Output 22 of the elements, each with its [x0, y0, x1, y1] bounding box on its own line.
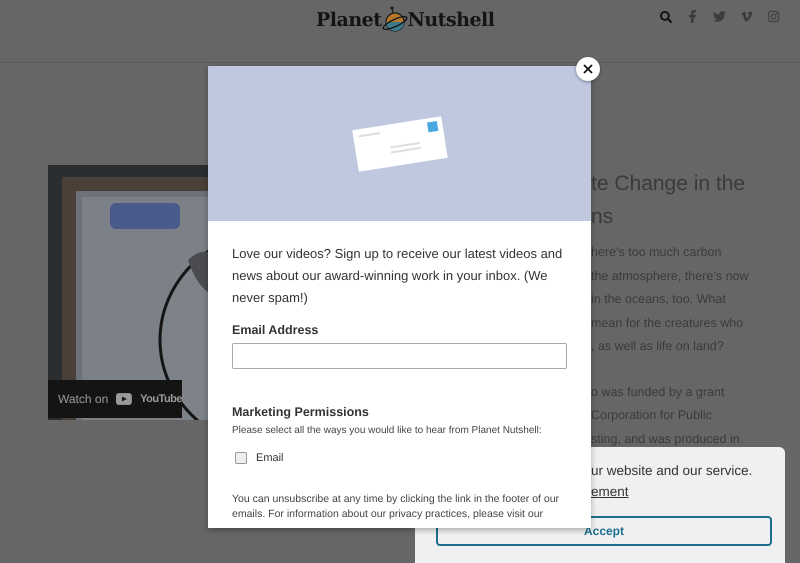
youtube-label[interactable]: YouTube [140, 393, 182, 405]
planet-icon [382, 6, 408, 34]
search-icon[interactable] [660, 10, 672, 22]
email-field[interactable] [232, 343, 567, 369]
watch-on-label[interactable]: Watch on [58, 392, 108, 406]
instagram-icon[interactable] [767, 10, 780, 23]
permissions-text: Please select all the ways you would like to hear from Planet Nutshell: [232, 425, 543, 436]
permissions-title: Marketing Permissions [232, 405, 370, 419]
play-icon[interactable] [116, 393, 132, 405]
facebook-icon[interactable] [686, 10, 699, 23]
twitter-icon[interactable] [713, 10, 726, 23]
logo-text: Nutshell [408, 9, 494, 31]
email-label: Email Address [232, 323, 320, 337]
close-button[interactable] [576, 57, 600, 81]
vimeo-icon[interactable] [740, 10, 753, 23]
intro-text: Love our videos? Sign up to receive our latest videos and news about our award-winning work in your inbox. (We never spam!) [232, 245, 564, 307]
cookie-text: ur website and our service. [591, 462, 754, 480]
cookie-link[interactable]: ement [591, 481, 629, 502]
logo-text: Planet [316, 9, 382, 31]
checkbox[interactable] [235, 452, 247, 464]
checkbox-label[interactable]: Email [256, 452, 284, 464]
close-icon[interactable] [583, 64, 593, 74]
